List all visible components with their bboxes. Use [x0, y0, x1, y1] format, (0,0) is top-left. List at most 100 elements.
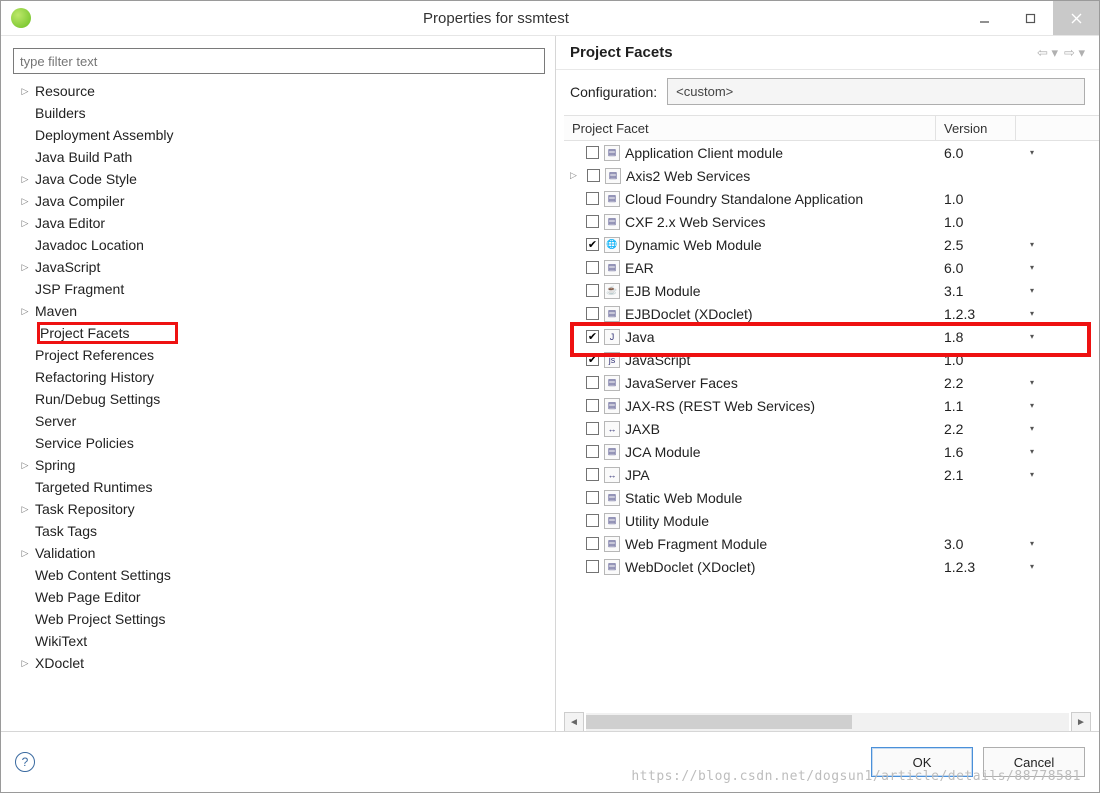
- tree-item[interactable]: ▷Resource: [13, 80, 545, 102]
- facet-row[interactable]: ☕EJB Module3.1▾: [564, 279, 1099, 302]
- tree-item[interactable]: Task Tags: [13, 520, 545, 542]
- tree-item[interactable]: ▷Spring: [13, 454, 545, 476]
- tree-item[interactable]: Web Project Settings: [13, 608, 545, 630]
- ok-button[interactable]: OK: [871, 747, 973, 777]
- expand-icon[interactable]: ▷: [19, 196, 31, 207]
- tree-item[interactable]: ▷Java Editor: [13, 212, 545, 234]
- facet-checkbox[interactable]: [586, 284, 599, 297]
- facet-checkbox[interactable]: [586, 468, 599, 481]
- scroll-thumb[interactable]: [586, 715, 852, 729]
- tree-item[interactable]: ▷Maven: [13, 300, 545, 322]
- nav-forward-icon[interactable]: ⇨ ▾: [1064, 45, 1085, 61]
- expand-icon[interactable]: ▷: [19, 218, 31, 229]
- tree-item[interactable]: ▷Validation: [13, 542, 545, 564]
- expand-icon[interactable]: ▷: [19, 174, 31, 185]
- tree-item[interactable]: Web Content Settings: [13, 564, 545, 586]
- facet-checkbox[interactable]: [586, 261, 599, 274]
- tree-item[interactable]: Service Policies: [13, 432, 545, 454]
- tree-item[interactable]: JSP Fragment: [13, 278, 545, 300]
- filter-input[interactable]: [13, 48, 545, 74]
- tree-item[interactable]: ▷Java Code Style: [13, 168, 545, 190]
- facet-row[interactable]: 🌐Dynamic Web Module2.5▾: [564, 233, 1099, 256]
- tree-item[interactable]: Javadoc Location: [13, 234, 545, 256]
- expand-icon[interactable]: ▷: [19, 658, 31, 669]
- tree-item[interactable]: ▷JavaScript: [13, 256, 545, 278]
- horizontal-scrollbar[interactable]: ◄ ►: [564, 713, 1091, 731]
- col-version[interactable]: Version: [936, 116, 1016, 140]
- facet-checkbox[interactable]: [586, 353, 599, 366]
- facet-checkbox[interactable]: [586, 422, 599, 435]
- tree-item[interactable]: Web Page Editor: [13, 586, 545, 608]
- tree-item[interactable]: Java Build Path: [13, 146, 545, 168]
- facet-row[interactable]: jsJavaScript1.0: [564, 348, 1099, 371]
- version-dropdown-icon[interactable]: ▾: [1016, 148, 1048, 157]
- scroll-track[interactable]: [586, 713, 1069, 731]
- version-dropdown-icon[interactable]: ▾: [1016, 309, 1048, 318]
- facet-row[interactable]: ▤Utility Module: [564, 509, 1099, 532]
- scroll-left-icon[interactable]: ◄: [564, 712, 584, 732]
- facet-row[interactable]: ▤Web Fragment Module3.0▾: [564, 532, 1099, 555]
- facet-checkbox[interactable]: [586, 491, 599, 504]
- facet-checkbox[interactable]: [586, 215, 599, 228]
- facet-checkbox[interactable]: [586, 514, 599, 527]
- facet-row[interactable]: ▤Cloud Foundry Standalone Application1.0: [564, 187, 1099, 210]
- facet-checkbox[interactable]: [586, 307, 599, 320]
- tree-item[interactable]: Builders: [13, 102, 545, 124]
- minimize-button[interactable]: [961, 1, 1007, 35]
- version-dropdown-icon[interactable]: ▾: [1016, 263, 1048, 272]
- facet-row[interactable]: ▤JavaServer Faces2.2▾: [564, 371, 1099, 394]
- category-tree[interactable]: ▷ResourceBuildersDeployment AssemblyJava…: [13, 80, 545, 674]
- expand-icon[interactable]: ▷: [570, 170, 582, 181]
- version-dropdown-icon[interactable]: ▾: [1016, 240, 1048, 249]
- version-dropdown-icon[interactable]: ▾: [1016, 286, 1048, 295]
- facet-row[interactable]: ▤JCA Module1.6▾: [564, 440, 1099, 463]
- facet-checkbox[interactable]: [586, 560, 599, 573]
- facet-checkbox[interactable]: [586, 238, 599, 251]
- tree-item[interactable]: Project References: [13, 344, 545, 366]
- version-dropdown-icon[interactable]: ▾: [1016, 332, 1048, 341]
- tree-item[interactable]: Targeted Runtimes: [13, 476, 545, 498]
- nav-back-icon[interactable]: ⇦ ▾: [1037, 45, 1058, 61]
- expand-icon[interactable]: ▷: [19, 504, 31, 515]
- facet-checkbox[interactable]: [586, 192, 599, 205]
- facet-row[interactable]: ▤EAR6.0▾: [564, 256, 1099, 279]
- expand-icon[interactable]: ▷: [19, 548, 31, 559]
- tree-item[interactable]: Deployment Assembly: [13, 124, 545, 146]
- version-dropdown-icon[interactable]: ▾: [1016, 424, 1048, 433]
- expand-icon[interactable]: ▷: [19, 460, 31, 471]
- facet-row[interactable]: ▷▤Axis2 Web Services: [564, 164, 1099, 187]
- scroll-right-icon[interactable]: ►: [1071, 712, 1091, 732]
- facet-table-body[interactable]: ▤Application Client module6.0▾▷▤Axis2 We…: [564, 141, 1099, 705]
- tree-item[interactable]: ▷Task Repository: [13, 498, 545, 520]
- version-dropdown-icon[interactable]: ▾: [1016, 470, 1048, 479]
- version-dropdown-icon[interactable]: ▾: [1016, 562, 1048, 571]
- facet-row[interactable]: JJava1.8▾: [564, 325, 1099, 348]
- facet-checkbox[interactable]: [586, 146, 599, 159]
- facet-row[interactable]: ↔JPA2.1▾: [564, 463, 1099, 486]
- tree-item[interactable]: ▷Java Compiler: [13, 190, 545, 212]
- configuration-select[interactable]: <custom>: [667, 78, 1085, 105]
- facet-row[interactable]: ▤WebDoclet (XDoclet)1.2.3▾: [564, 555, 1099, 578]
- facet-checkbox[interactable]: [586, 445, 599, 458]
- tree-item[interactable]: Server: [13, 410, 545, 432]
- facet-checkbox[interactable]: [586, 376, 599, 389]
- facet-row[interactable]: ▤EJBDoclet (XDoclet)1.2.3▾: [564, 302, 1099, 325]
- tree-item[interactable]: Project Facets: [13, 322, 545, 344]
- version-dropdown-icon[interactable]: ▾: [1016, 378, 1048, 387]
- tree-item[interactable]: ▷XDoclet: [13, 652, 545, 674]
- maximize-button[interactable]: [1007, 1, 1053, 35]
- facet-checkbox[interactable]: [586, 537, 599, 550]
- close-button[interactable]: [1053, 1, 1099, 35]
- facet-row[interactable]: ▤JAX-RS (REST Web Services)1.1▾: [564, 394, 1099, 417]
- facet-row[interactable]: ▤Application Client module6.0▾: [564, 141, 1099, 164]
- tree-item[interactable]: Run/Debug Settings: [13, 388, 545, 410]
- version-dropdown-icon[interactable]: ▾: [1016, 447, 1048, 456]
- facet-row[interactable]: ▤CXF 2.x Web Services1.0: [564, 210, 1099, 233]
- expand-icon[interactable]: ▷: [19, 262, 31, 273]
- expand-icon[interactable]: ▷: [19, 86, 31, 97]
- facet-row[interactable]: ↔JAXB2.2▾: [564, 417, 1099, 440]
- version-dropdown-icon[interactable]: ▾: [1016, 401, 1048, 410]
- col-project-facet[interactable]: Project Facet: [564, 116, 936, 140]
- facet-row[interactable]: ▤Static Web Module: [564, 486, 1099, 509]
- facet-checkbox[interactable]: [586, 399, 599, 412]
